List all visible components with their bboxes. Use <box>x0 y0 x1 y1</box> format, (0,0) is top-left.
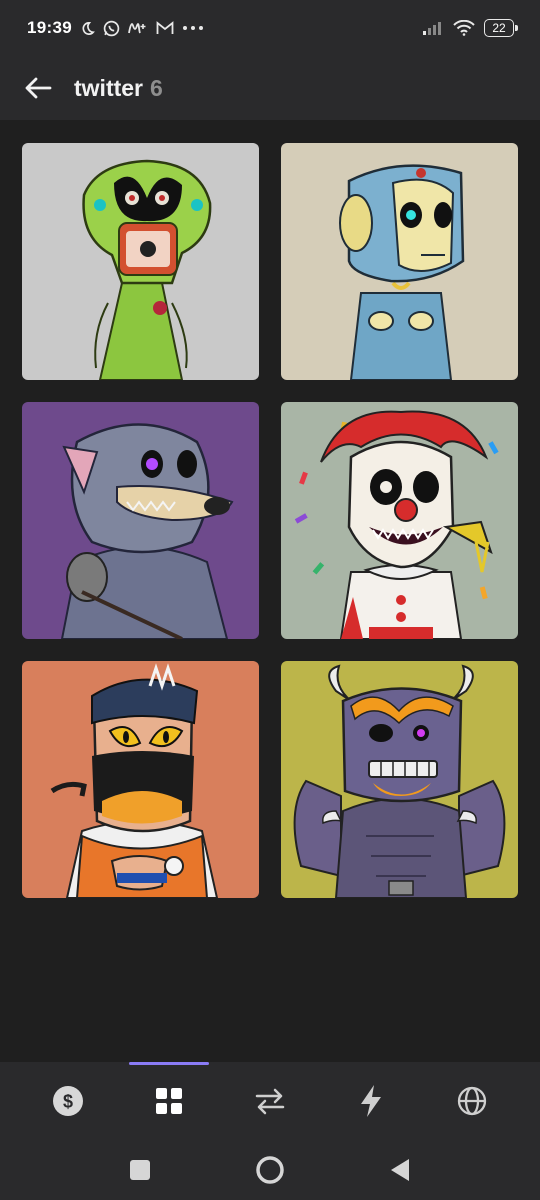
dollar-icon: $ <box>53 1086 84 1116</box>
green-alien-nft[interactable] <box>22 143 259 380</box>
circle-icon <box>256 1156 284 1184</box>
movistar-icon <box>128 21 148 35</box>
nft-grid <box>22 143 518 898</box>
system-back-button[interactable] <box>380 1150 420 1190</box>
ninja-nft[interactable] <box>22 661 259 898</box>
back-arrow-icon <box>25 77 52 99</box>
robot-skull-nft[interactable] <box>281 143 518 380</box>
recents-button[interactable] <box>120 1150 160 1190</box>
back-triangle-icon <box>391 1159 409 1181</box>
back-button[interactable] <box>18 68 58 108</box>
bottom-navigation: $ <box>0 1062 540 1140</box>
wifi-icon <box>453 20 475 36</box>
demon-gargoyle-nft[interactable] <box>281 661 518 898</box>
werewolf-nft[interactable] <box>22 402 259 639</box>
square-icon <box>130 1160 150 1180</box>
nav-activity[interactable] <box>335 1062 407 1140</box>
nav-collectibles[interactable] <box>129 1062 210 1140</box>
transfer-icon <box>255 1088 285 1115</box>
nav-browser[interactable] <box>436 1062 508 1140</box>
whatsapp-icon <box>103 20 120 37</box>
clown-nft[interactable] <box>281 402 518 639</box>
more-dots-icon <box>182 25 204 31</box>
grid-icon <box>156 1088 183 1114</box>
page-title-text: twitter <box>74 74 143 101</box>
battery-level: 22 <box>492 21 506 35</box>
battery-icon: 22 <box>484 19 518 37</box>
status-bar: 19:39 22 <box>0 0 540 56</box>
svg-text:$: $ <box>63 1092 73 1112</box>
nav-wallet[interactable]: $ <box>32 1062 104 1140</box>
globe-icon <box>457 1086 486 1116</box>
app-bar: twitter 6 <box>0 56 540 120</box>
status-time: 19:39 <box>27 18 72 37</box>
gmail-icon <box>156 21 174 35</box>
page-title: twitter 6 <box>74 75 163 102</box>
signal-icon <box>422 21 444 35</box>
home-button[interactable] <box>250 1150 290 1190</box>
active-tab-indicator <box>129 1062 210 1065</box>
system-navigation <box>0 1140 540 1200</box>
moon-icon <box>80 21 95 36</box>
nav-swap[interactable] <box>234 1062 306 1140</box>
bolt-icon <box>360 1085 381 1117</box>
item-count: 6 <box>150 74 163 101</box>
